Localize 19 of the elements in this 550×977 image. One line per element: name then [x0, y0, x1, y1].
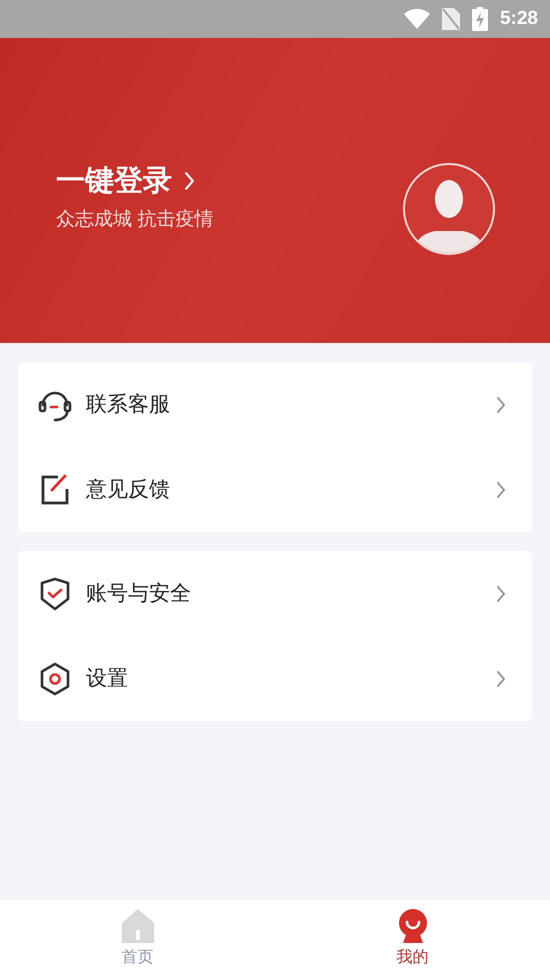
wifi-icon: [404, 9, 430, 29]
no-sim-icon: [442, 8, 460, 30]
menu-item[interactable]: 意见反馈: [18, 447, 532, 532]
menu-item[interactable]: 设置: [18, 636, 532, 721]
chevron-right-icon: [496, 584, 506, 602]
status-time: 5:28: [500, 6, 538, 31]
chevron-right-icon: [496, 480, 506, 498]
battery-charging-icon: [472, 7, 488, 31]
chevron-right-icon: [184, 171, 195, 192]
login-link[interactable]: 一键登录: [56, 166, 214, 196]
shield-check-icon: [38, 576, 72, 610]
menu-item[interactable]: 联系客服: [18, 362, 532, 447]
home-icon: [120, 908, 154, 944]
tab-item[interactable]: 我的: [275, 900, 550, 977]
settings-icon: [38, 662, 72, 696]
menu-item[interactable]: 账号与安全: [18, 551, 532, 636]
chevron-right-icon: [496, 396, 506, 414]
slogan-text: 众志成城 抗击疫情: [56, 208, 214, 232]
chevron-right-icon: [496, 670, 506, 688]
